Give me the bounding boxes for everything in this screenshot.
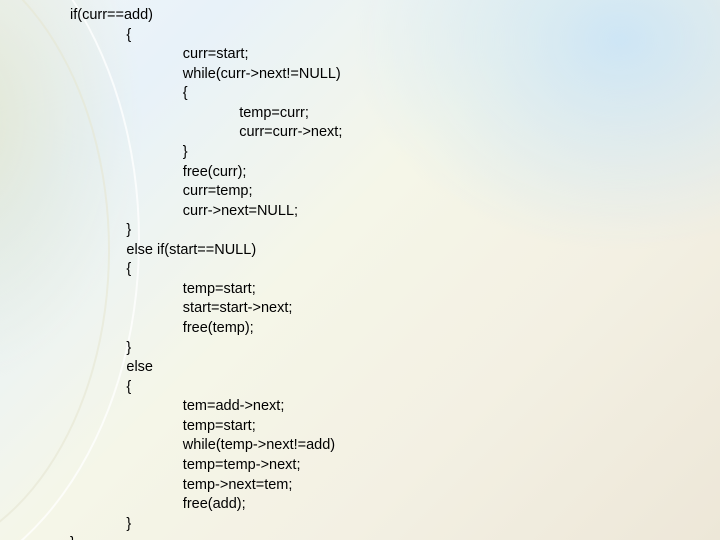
code-block: if(curr==add) { curr=start; while(curr->…	[70, 6, 342, 540]
